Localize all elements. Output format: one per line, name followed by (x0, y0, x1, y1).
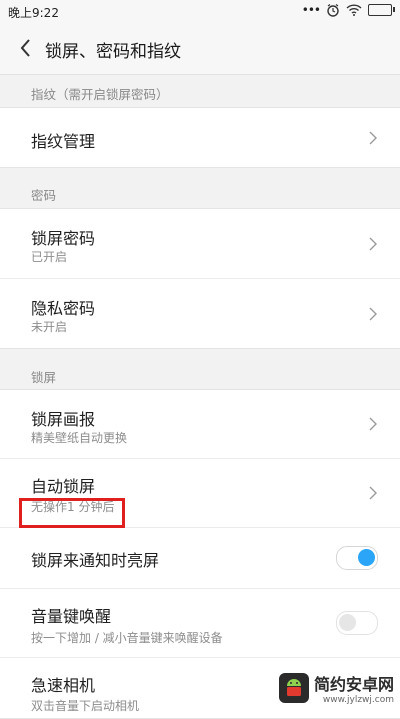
auto-lock-label: 自动锁屏 (31, 477, 96, 496)
page-title: 锁屏、密码和指纹 (45, 42, 181, 62)
watermark: 简约安卓网 www.jylzwj.com (278, 671, 394, 705)
quick-camera-sub: 双击音量下启动相机 (31, 699, 140, 713)
section-header-text: 指纹（需开启锁屏密码） (31, 87, 169, 102)
card-fingerprint: 指纹管理 (0, 107, 400, 168)
chevron-right-icon (369, 486, 377, 500)
watermark-name: 简约安卓网 (313, 675, 394, 694)
lock-password-row[interactable]: 锁屏密码 已开启 (0, 209, 400, 279)
status-bar: 晚上9:22 ••• (0, 0, 400, 24)
lock-pictorial-label: 锁屏画报 (31, 410, 96, 429)
volume-wake-toggle[interactable] (336, 611, 378, 635)
wake-on-notify-toggle[interactable] (336, 546, 378, 570)
privacy-password-sub: 未开启 (31, 320, 68, 334)
lock-password-label: 锁屏密码 (31, 229, 96, 248)
section-header-text: 密码 (31, 188, 57, 203)
privacy-password-row[interactable]: 隐私密码 未开启 (0, 279, 400, 348)
status-icons: ••• (301, 3, 395, 17)
lock-pictorial-sub: 精美壁纸自动更换 (31, 431, 128, 445)
lock-pictorial-row[interactable]: 锁屏画报 精美壁纸自动更换 (0, 390, 400, 459)
chevron-right-icon (369, 417, 377, 431)
fingerprint-manage-label: 指纹管理 (31, 132, 96, 151)
chevron-right-icon (369, 237, 377, 251)
settings-list: 指纹（需开启锁屏密码） 指纹管理 密码 锁屏密码 已开启 隐私密码 未开启 锁屏… (0, 75, 400, 719)
volume-wake-row[interactable]: 音量键唤醒 按一下增加 / 减小音量键来唤醒设备 (0, 589, 400, 658)
wifi-icon (346, 4, 362, 16)
highlight-annotation (19, 498, 125, 528)
section-header-password: 密码 (0, 176, 400, 208)
back-arrow-icon[interactable] (14, 35, 38, 61)
watermark-text: 简约安卓网 www.jylzwj.com (314, 671, 394, 705)
chevron-right-icon (369, 131, 377, 145)
section-header-lockscreen: 锁屏 (0, 357, 400, 389)
quick-camera-label: 急速相机 (31, 676, 96, 695)
privacy-password-label: 隐私密码 (31, 299, 96, 318)
volume-wake-sub: 按一下增加 / 减小音量键来唤醒设备 (31, 631, 223, 645)
volume-wake-label: 音量键唤醒 (31, 607, 112, 626)
fingerprint-manage-row[interactable]: 指纹管理 (0, 108, 400, 167)
app-bar: 锁屏、密码和指纹 (0, 24, 400, 75)
watermark-url: www.jylzwj.com (322, 695, 394, 705)
notification-dots-icon: ••• (301, 3, 321, 17)
chevron-right-icon (369, 307, 377, 321)
lock-password-sub: 已开启 (31, 250, 68, 264)
wake-on-notify-row[interactable]: 锁屏来通知时亮屏 (0, 528, 400, 589)
section-header-fingerprint: 指纹（需开启锁屏密码） (0, 75, 400, 107)
battery-icon (368, 4, 395, 16)
alarm-icon (327, 4, 339, 17)
android-logo-icon (278, 673, 309, 703)
card-lockscreen: 锁屏画报 精美壁纸自动更换 自动锁屏 无操作1 分钟后 锁屏来通知时亮屏 音量键… (0, 389, 400, 719)
section-header-text: 锁屏 (31, 370, 57, 385)
wake-on-notify-label: 锁屏来通知时亮屏 (31, 551, 160, 570)
status-time: 晚上9:22 (8, 6, 59, 20)
card-password: 锁屏密码 已开启 隐私密码 未开启 (0, 208, 400, 349)
